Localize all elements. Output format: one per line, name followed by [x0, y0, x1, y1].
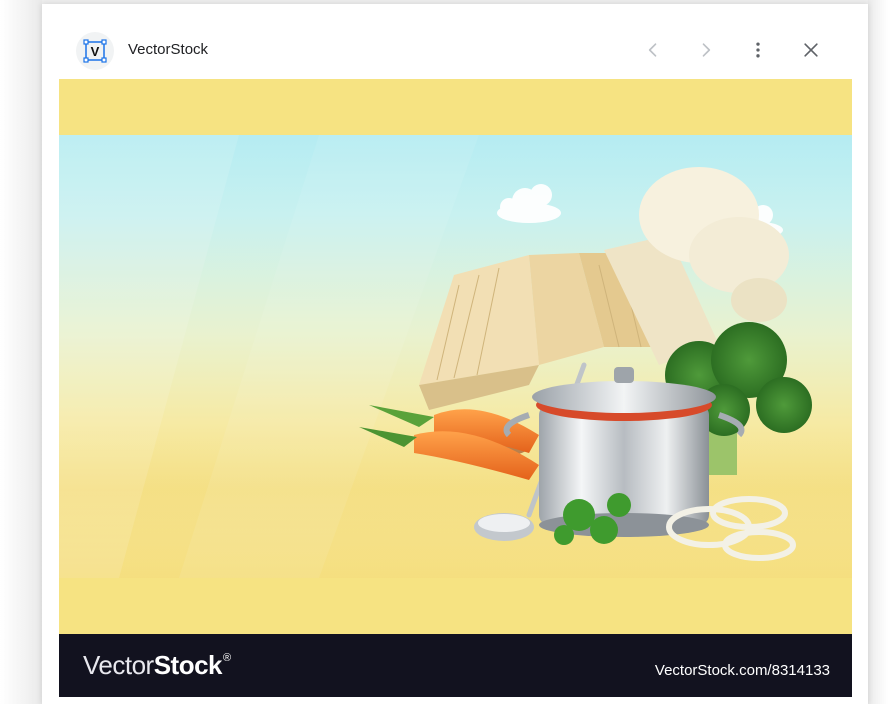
image-top-band	[59, 79, 852, 135]
more-options-button[interactable]	[740, 32, 776, 68]
image-viewer-page: V VectorStock VectorStock® VectorStock.c…	[0, 0, 888, 704]
watermark-brand-light: Vector	[83, 650, 154, 680]
image-preview-panel: V VectorStock VectorStock® VectorStock.c…	[42, 4, 868, 704]
chevron-right-icon	[702, 43, 711, 57]
cooking-scene-illustration	[59, 135, 852, 578]
chevron-left-icon	[648, 43, 657, 57]
image-bottom-band	[59, 578, 852, 634]
previous-button[interactable]	[635, 32, 671, 68]
right-gutter	[868, 0, 888, 704]
cloud-left	[497, 184, 561, 223]
close-icon	[804, 43, 818, 57]
close-button[interactable]	[793, 32, 829, 68]
preview-header: V VectorStock	[42, 4, 868, 80]
watermark-url: VectorStock.com/8314133	[654, 662, 830, 679]
watermark-bar: VectorStock® VectorStock.com/8314133	[59, 634, 852, 697]
next-button[interactable]	[688, 32, 724, 68]
source-name[interactable]: VectorStock	[128, 41, 208, 58]
kitchen-illustration	[59, 135, 852, 578]
svg-text:V: V	[91, 44, 100, 59]
more-vert-icon	[756, 42, 760, 58]
source-logo[interactable]: V	[76, 32, 114, 70]
left-gutter	[0, 0, 42, 704]
watermark-brand-bold: Stock	[153, 650, 223, 680]
watermark-logo: VectorStock®	[83, 650, 231, 681]
preview-image[interactable]: VectorStock® VectorStock.com/8314133	[59, 79, 852, 697]
registered-mark: ®	[223, 652, 231, 664]
vectorstock-logo-icon: V	[83, 39, 107, 63]
